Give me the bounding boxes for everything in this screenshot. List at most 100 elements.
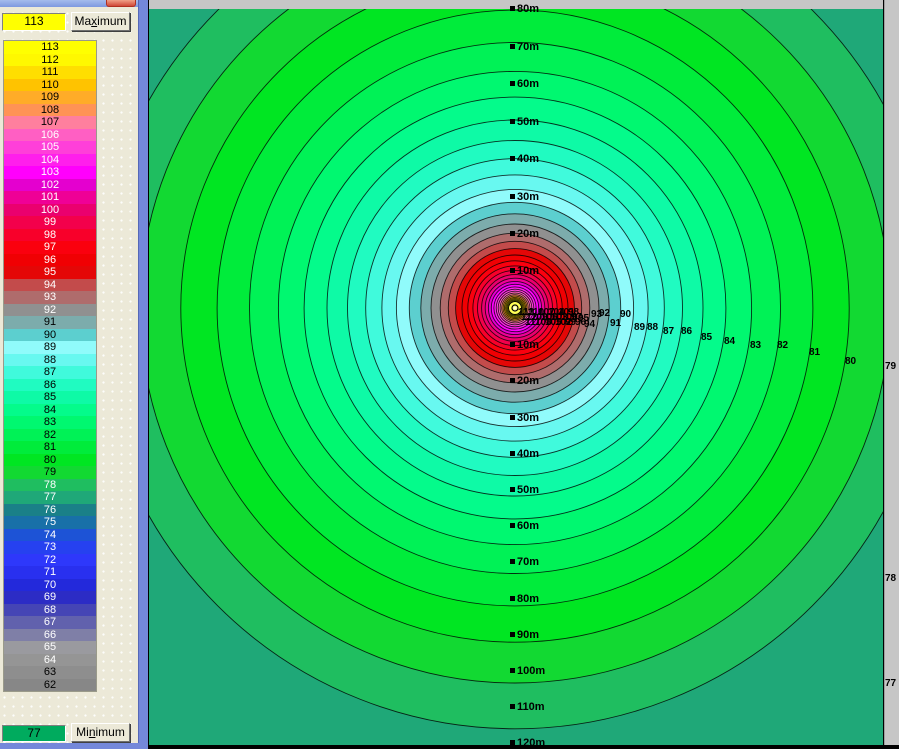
scale-row: 101: [4, 191, 96, 204]
scale-row: 86: [4, 379, 96, 392]
receiver-marker-icon: [510, 194, 515, 199]
scale-row: 95: [4, 266, 96, 279]
scale-row: 89: [4, 341, 96, 354]
scale-row: 91: [4, 316, 96, 329]
scale-row: 81: [4, 441, 96, 454]
app-window: 113 Maximum 1131121111101091081071061051…: [0, 0, 899, 749]
contour-label: 92: [599, 308, 611, 319]
map-bottom-edge: [149, 745, 899, 749]
scale-row: 75: [4, 516, 96, 529]
scale-row: 87: [4, 366, 96, 379]
scale-row: 102: [4, 179, 96, 192]
receiver-marker-icon: [510, 451, 515, 456]
contour-label: 82: [777, 340, 789, 351]
scale-row: 103: [4, 166, 96, 179]
distance-label: 70m: [517, 41, 539, 53]
scale-row: 105: [4, 141, 96, 154]
contour-label: 86: [681, 326, 693, 337]
distance-label: 60m: [517, 520, 539, 532]
maximum-button[interactable]: Maximum: [71, 12, 130, 31]
window-border: [138, 0, 148, 749]
receiver-marker-icon: [510, 156, 515, 161]
map-right-margin: [884, 0, 899, 749]
scale-row: 106: [4, 129, 96, 142]
receiver-marker-icon: [510, 632, 515, 637]
contour-label: 88: [647, 322, 659, 333]
distance-label: 20m: [517, 228, 539, 240]
scale-row: 113: [4, 41, 96, 54]
scale-row: 79: [4, 466, 96, 479]
close-icon[interactable]: [106, 0, 136, 7]
distance-label: 80m: [517, 593, 539, 605]
scale-row: 96: [4, 254, 96, 267]
receiver-marker-icon: [510, 81, 515, 86]
distance-label: 20m: [517, 375, 539, 387]
scale-row: 80: [4, 454, 96, 467]
distance-label: 60m: [517, 78, 539, 90]
scale-row: 92: [4, 304, 96, 317]
scale-row: 94: [4, 279, 96, 292]
scale-row: 83: [4, 416, 96, 429]
distance-label: 110m: [517, 701, 545, 713]
scale-row: 108: [4, 104, 96, 117]
scale-row: 68: [4, 604, 96, 617]
distance-label: 30m: [517, 191, 539, 203]
distance-label: 100m: [517, 665, 545, 677]
contour-label: 94: [584, 319, 596, 330]
scale-row: 112: [4, 54, 96, 67]
contour-label: 83: [750, 340, 762, 351]
receiver-marker-icon: [510, 268, 515, 273]
scale-row: 65: [4, 641, 96, 654]
scale-row: 104: [4, 154, 96, 167]
max-value-field[interactable]: 113: [2, 13, 66, 31]
noise-contour-map: 1131121111101091081071061051041031021011…: [149, 0, 899, 749]
scale-row: 99: [4, 216, 96, 229]
contour-map: 1131121111101091081071061051041031021011…: [149, 0, 899, 749]
scale-row: 85: [4, 391, 96, 404]
scale-row: 93: [4, 291, 96, 304]
contour-label: 81: [809, 347, 821, 358]
scale-row: 64: [4, 654, 96, 667]
receiver-marker-icon: [510, 559, 515, 564]
receiver-marker-icon: [510, 231, 515, 236]
scale-row: 97: [4, 241, 96, 254]
scale-row: 62: [4, 679, 96, 692]
scale-row: 76: [4, 504, 96, 517]
distance-label: 40m: [517, 448, 539, 460]
min-value-field[interactable]: 77: [2, 725, 66, 742]
scale-row: 70: [4, 579, 96, 592]
minimum-button[interactable]: Minimum: [71, 723, 130, 742]
receiver-marker-icon: [510, 704, 515, 709]
scale-row: 74: [4, 529, 96, 542]
scale-row: 73: [4, 541, 96, 554]
distance-label: 10m: [517, 265, 539, 277]
scale-row: 98: [4, 229, 96, 242]
receiver-marker-icon: [510, 342, 515, 347]
receiver-marker-icon: [510, 378, 515, 383]
margin-contour-label: 77: [885, 678, 897, 689]
scale-row: 66: [4, 629, 96, 642]
contour-label: 84: [724, 336, 736, 347]
margin-contour-label: 78: [885, 573, 897, 584]
receiver-marker-icon: [510, 596, 515, 601]
contour-label: 87: [663, 326, 675, 337]
scale-row: 90: [4, 329, 96, 342]
scale-row: 82: [4, 429, 96, 442]
scale-row: 63: [4, 666, 96, 679]
receiver-marker-icon: [510, 668, 515, 673]
distance-label: 70m: [517, 556, 539, 568]
legend-titlebar[interactable]: [0, 0, 148, 7]
window-border-bottom: [0, 743, 148, 749]
contour-label: 85: [701, 332, 713, 343]
distance-label: 80m: [517, 3, 539, 15]
scale-row: 107: [4, 116, 96, 129]
scale-row: 72: [4, 554, 96, 567]
receiver-marker-icon: [510, 44, 515, 49]
distance-label: 40m: [517, 153, 539, 165]
distance-label: 50m: [517, 484, 539, 496]
map-frame-line: [883, 0, 884, 745]
scale-row: 84: [4, 404, 96, 417]
receiver-marker-icon: [510, 740, 515, 745]
scale-row: 78: [4, 479, 96, 492]
contour-label: 90: [620, 309, 632, 320]
